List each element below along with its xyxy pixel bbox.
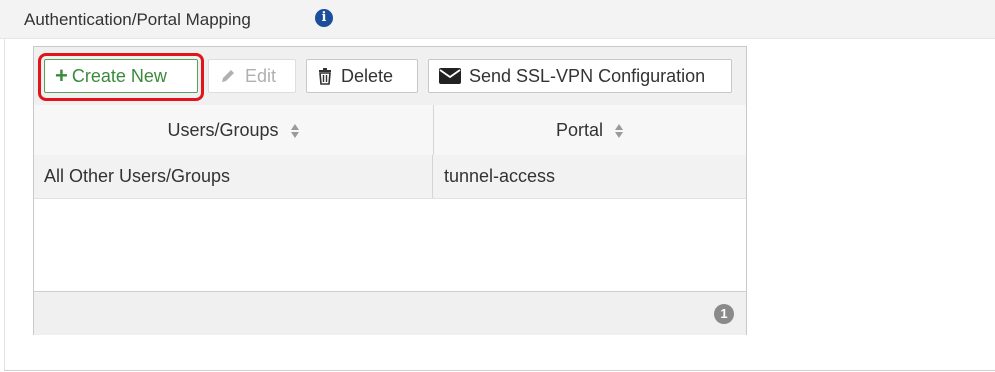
plus-icon: +: [55, 63, 68, 88]
table-header: Users/Groups Portal: [34, 105, 746, 156]
sort-icon: [615, 124, 624, 139]
column-header-label: Portal: [555, 120, 603, 140]
send-ssl-vpn-configuration-button[interactable]: Send SSL-VPN Configuration: [428, 59, 732, 93]
column-header-users-groups[interactable]: Users/Groups: [34, 105, 434, 155]
sort-icon: [290, 124, 299, 139]
cell-portal: tunnel-access: [444, 166, 556, 186]
table-footer: 1: [34, 291, 746, 335]
edit-label: Edit: [245, 66, 277, 86]
table-row[interactable]: All Other Users/Groups tunnel-access: [34, 155, 746, 199]
edit-button[interactable]: Edit: [208, 59, 296, 93]
column-header-label: Users/Groups: [167, 120, 279, 140]
section-title: Authentication/Portal Mapping: [24, 10, 251, 29]
create-new-button[interactable]: + Create New: [44, 59, 198, 93]
column-header-portal[interactable]: Portal: [434, 105, 746, 155]
table-toolbar: + Create New Edit Delete Send SSL-VPN Co…: [34, 47, 746, 106]
send-label: Send SSL-VPN Configuration: [469, 66, 706, 86]
info-circle-icon[interactable]: i: [315, 9, 333, 27]
delete-button[interactable]: Delete: [306, 59, 418, 93]
section-header: Authentication/Portal Mapping i: [0, 0, 995, 39]
delete-label: Delete: [341, 66, 394, 86]
pencil-icon: [222, 70, 234, 82]
mapping-table: + Create New Edit Delete Send SSL-VPN Co…: [33, 46, 747, 335]
trash-icon: [319, 68, 331, 85]
cell-users-groups: All Other Users/Groups: [34, 155, 433, 198]
create-new-label: Create New: [71, 66, 167, 86]
row-count-badge: 1: [714, 304, 734, 324]
envelope-icon: [439, 68, 461, 84]
